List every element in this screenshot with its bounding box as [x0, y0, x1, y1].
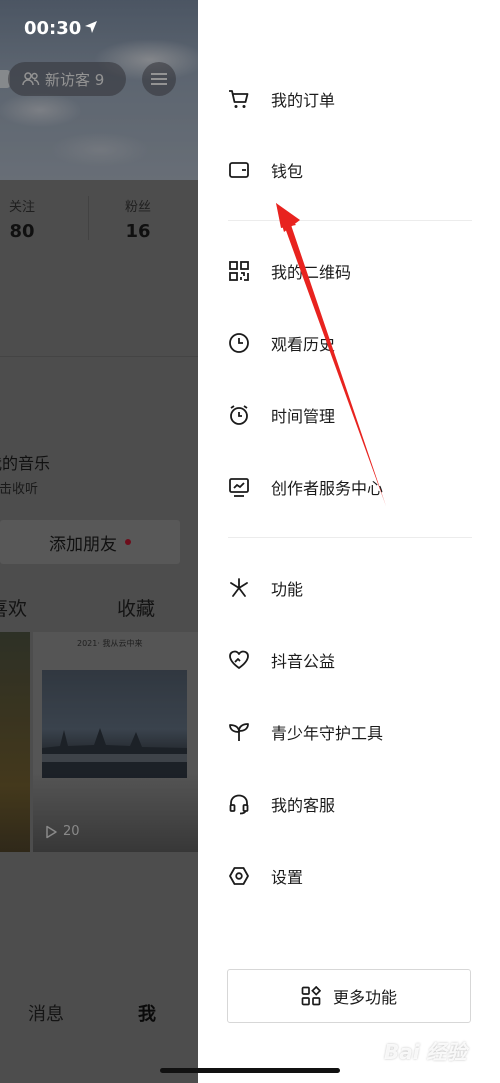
menu-item-functions[interactable]: 功能 — [228, 568, 478, 608]
menu-item-my-orders[interactable]: 我的订单 — [228, 79, 478, 119]
menu-item-label: 我的二维码 — [271, 263, 352, 282]
menu-item-label: 时间管理 — [271, 407, 336, 426]
menu-item-label: 青少年守护工具 — [271, 724, 384, 743]
charity-heart-icon — [228, 649, 250, 671]
menu-item-label: 我的客服 — [271, 796, 336, 815]
wallet-icon — [228, 159, 250, 181]
creator-monitor-icon — [228, 476, 250, 498]
status-time: 00:30 — [24, 18, 82, 39]
profile-page-dimmed[interactable]: 新访客 9 关注 80 粉丝 16 我的音乐 点击收听 添加朋友 喜欢 收藏 2… — [0, 0, 198, 1083]
grid-apps-icon — [301, 986, 321, 1006]
menu-item-wallet[interactable]: 钱包 — [228, 150, 478, 190]
menu-item-label: 抖音公益 — [271, 652, 336, 671]
settings-hexagon-icon — [228, 865, 250, 887]
menu-item-teen-protection[interactable]: 青少年守护工具 — [228, 712, 478, 752]
menu-item-customer-service[interactable]: 我的客服 — [228, 784, 478, 824]
watermark-logo: Bai 经验 — [384, 1040, 467, 1064]
menu-item-label: 设置 — [271, 868, 304, 887]
menu-item-creator-center[interactable]: 创作者服务中心 — [228, 467, 478, 507]
dim-overlay[interactable] — [0, 0, 198, 1083]
sparkle-icon — [228, 577, 250, 599]
qr-code-icon — [228, 260, 250, 282]
section-divider — [228, 220, 472, 221]
menu-item-label: 功能 — [271, 580, 304, 599]
menu-item-label: 创作者服务中心 — [271, 479, 384, 498]
menu-item-label: 我的订单 — [271, 91, 336, 110]
menu-item-watch-history[interactable]: 观看历史 — [228, 323, 478, 363]
menu-item-charity[interactable]: 抖音公益 — [228, 640, 478, 680]
location-arrow-icon — [85, 21, 97, 33]
alarm-clock-icon — [228, 404, 250, 426]
menu-item-time-management[interactable]: 时间管理 — [228, 395, 478, 435]
menu-item-label: 钱包 — [271, 162, 304, 181]
sprout-icon — [228, 721, 250, 743]
headset-icon — [228, 793, 250, 815]
section-divider — [228, 537, 472, 538]
menu-item-label: 观看历史 — [271, 335, 336, 354]
cart-icon — [228, 88, 250, 110]
menu-item-settings[interactable]: 设置 — [228, 856, 478, 896]
more-functions-label: 更多功能 — [332, 988, 397, 1007]
clock-icon — [228, 332, 250, 354]
more-functions-button[interactable]: 更多功能 — [227, 969, 471, 1023]
home-indicator[interactable] — [160, 1068, 340, 1073]
menu-item-qr-code[interactable]: 我的二维码 — [228, 251, 478, 291]
side-drawer: 我的订单 钱包 我的二维码 观看历史 时间管理 创作者服务中心 功能 抖音公益 … — [198, 0, 500, 1083]
